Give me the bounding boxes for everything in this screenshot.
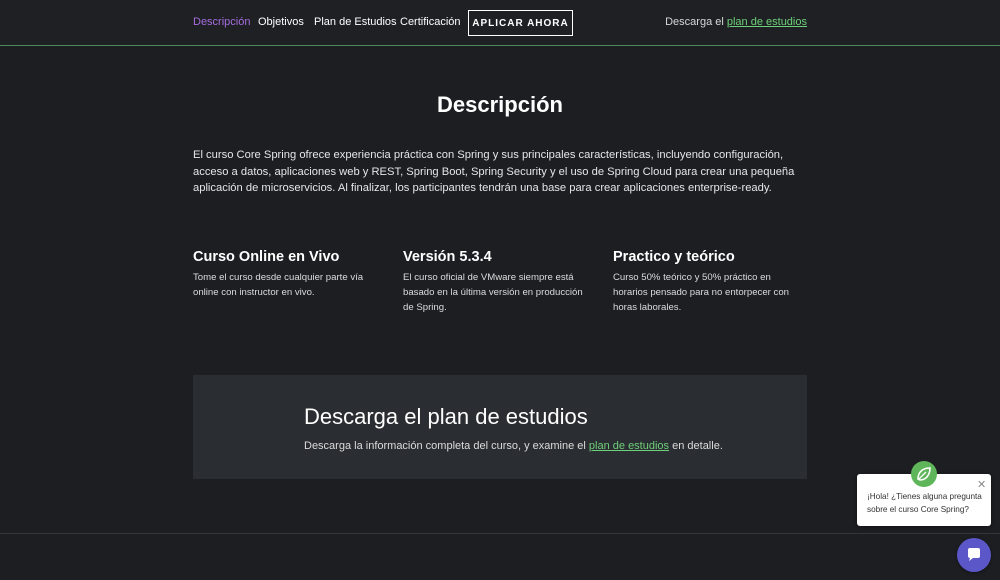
- spring-leaf-icon: [911, 461, 937, 487]
- header-plan-link[interactable]: plan de estudios: [727, 16, 807, 28]
- feature-title: Practico y teórico: [613, 249, 735, 265]
- feature-title: Curso Online en Vivo: [193, 249, 340, 265]
- nav-link-plan-de-estudios[interactable]: Plan de Estudios: [314, 16, 397, 28]
- top-navigation: Descripción Objetivos Plan de Estudios C…: [0, 0, 1000, 46]
- plan-panel-text: Descarga la información completa del cur…: [304, 440, 723, 452]
- intro-paragraph: El curso Core Spring ofrece experiencia …: [193, 149, 795, 194]
- feature-online: Curso Online en Vivo Tome el curso desde…: [193, 249, 383, 301]
- chat-message: ¡Hola! ¿Tienes alguna pregunta sobre el …: [867, 492, 982, 514]
- plan-panel-title: Descarga el plan de estudios: [304, 404, 588, 429]
- chat-bubble-icon[interactable]: [957, 538, 991, 572]
- header-download-text: Descarga el plan de estudios: [665, 16, 807, 28]
- download-plan-panel: Descarga el plan de estudios Descarga la…: [193, 375, 807, 479]
- page-title: Descripción: [437, 92, 563, 117]
- nav-link-descripcion[interactable]: Descripción: [193, 16, 250, 28]
- apply-now-button[interactable]: APLICAR AHORA: [468, 10, 573, 36]
- feature-version: Versión 5.3.4 El curso oficial de VMware…: [403, 249, 593, 315]
- header-download-prefix: Descarga el: [665, 16, 724, 28]
- plan-panel-link[interactable]: plan de estudios: [589, 440, 669, 452]
- footer-divider: [0, 533, 1000, 534]
- plan-text-after: en detalle.: [672, 440, 723, 452]
- plan-text-before: Descarga la información completa del cur…: [304, 440, 586, 452]
- feature-practical: Practico y teórico Curso 50% teórico y 5…: [613, 249, 803, 315]
- nav-link-objetivos[interactable]: Objetivos: [258, 16, 304, 28]
- feature-text: El curso oficial de VMware siempre está …: [403, 272, 583, 313]
- feature-text: Tome el curso desde cualquier parte vía …: [193, 272, 364, 298]
- feature-text: Curso 50% teórico y 50% práctico en hora…: [613, 272, 790, 313]
- nav-link-certificacion[interactable]: Certificación: [400, 16, 461, 28]
- feature-title: Versión 5.3.4: [403, 249, 492, 265]
